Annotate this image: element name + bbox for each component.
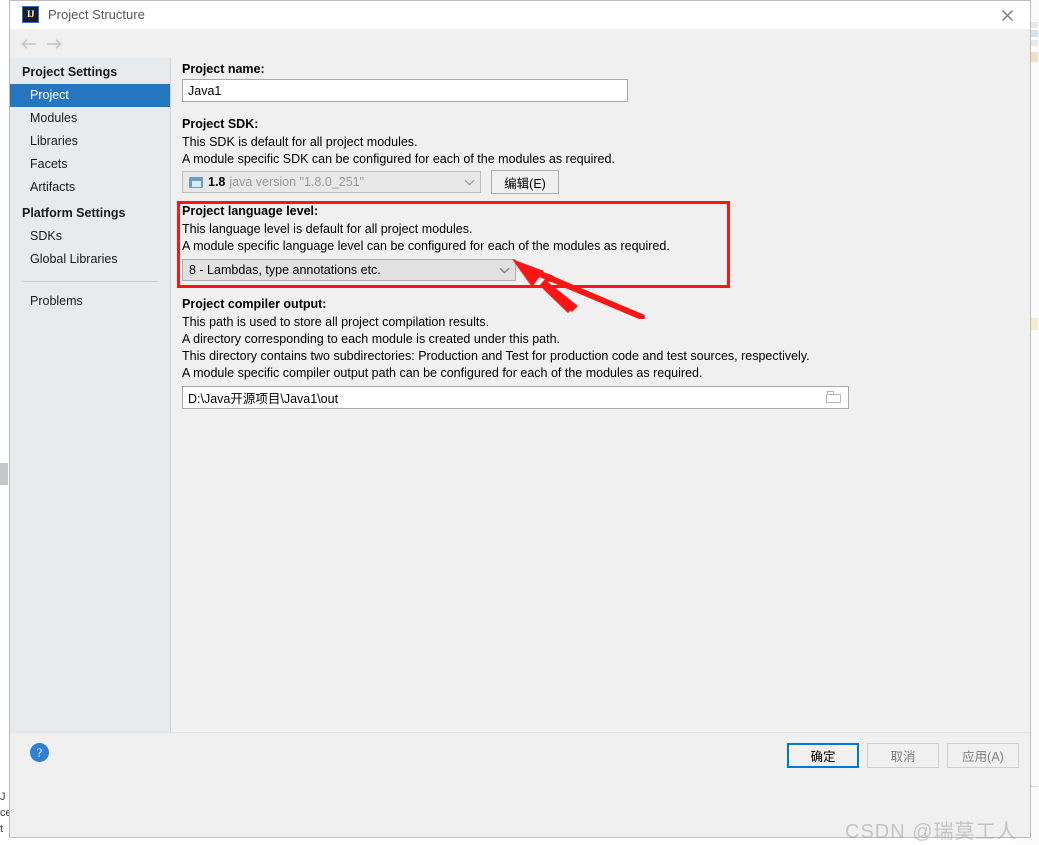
ok-button[interactable]: 确定 [787, 743, 859, 768]
dialog-navbar [10, 29, 1030, 58]
compiler-output-path-input[interactable]: D:\Java开源项目\Java1\out [182, 386, 849, 409]
project-sdk-description: java version "1.8.0_251" [229, 175, 365, 189]
dialog-footer: ? 确定 取消 应用(A) [10, 732, 1030, 800]
language-level-desc-line-1: This language level is default for all p… [182, 222, 473, 236]
window-title: Project Structure [48, 7, 145, 22]
apply-button[interactable]: 应用(A) [947, 743, 1019, 768]
sidebar-item-artifacts[interactable]: Artifacts [10, 176, 170, 199]
project-sdk-desc-line-1: This SDK is default for all project modu… [182, 135, 418, 149]
background-left-scrollbar-thumb[interactable] [0, 463, 8, 485]
sidebar-group-platform-settings: Platform Settings [22, 206, 126, 220]
edit-sdk-button[interactable]: 编辑(E) [491, 170, 559, 194]
chevron-down-icon[interactable] [493, 260, 515, 280]
project-sdk-label: Project SDK: [182, 117, 259, 131]
sidebar-item-modules[interactable]: Modules [10, 107, 170, 130]
compiler-output-desc-line-1: This path is used to store all project c… [182, 315, 490, 329]
project-sdk-version: 1.8 [208, 175, 226, 189]
help-icon[interactable]: ? [30, 743, 49, 762]
browse-folder-icon[interactable] [826, 391, 842, 404]
sidebar-item-global-libraries[interactable]: Global Libraries [10, 248, 170, 271]
navigate-forward-icon[interactable] [43, 34, 65, 54]
compiler-output-desc-line-3: This directory contains two subdirectori… [182, 349, 810, 363]
project-structure-dialog: IJ Project Structure Project Settings Pr… [9, 0, 1031, 838]
language-level-dropdown[interactable]: 8 - Lambdas, type annotations etc. [182, 259, 516, 281]
project-sdk-dropdown[interactable]: 1.8 java version "1.8.0_251" [182, 171, 481, 193]
sidebar-item-libraries[interactable]: Libraries [10, 130, 170, 153]
project-sdk-dropdown-value: 1.8 java version "1.8.0_251" [183, 175, 458, 189]
background-text-fragment-2: ce [0, 807, 9, 819]
sidebar-item-facets[interactable]: Facets [10, 153, 170, 176]
settings-sidebar: Project Settings Project Modules Librari… [10, 58, 171, 800]
sidebar-group-project-settings: Project Settings [22, 65, 118, 79]
project-name-input[interactable]: Java1 [182, 79, 628, 102]
chevron-down-icon[interactable] [458, 172, 480, 192]
dialog-titlebar: IJ Project Structure [10, 1, 1030, 30]
project-name-label: Project name: [182, 62, 265, 76]
sidebar-divider [22, 281, 158, 282]
compiler-output-desc-line-2: A directory corresponding to each module… [182, 332, 560, 346]
intellij-idea-icon: IJ [22, 6, 39, 23]
sidebar-item-sdks[interactable]: SDKs [10, 225, 170, 248]
sidebar-item-project[interactable]: Project [10, 84, 170, 107]
background-text-fragment-3: t [0, 823, 4, 835]
cancel-button[interactable]: 取消 [867, 743, 939, 768]
language-level-label: Project language level: [182, 204, 319, 218]
navigate-back-icon[interactable] [18, 34, 40, 54]
sidebar-item-problems[interactable]: Problems [10, 290, 170, 313]
background-text-fragment-1: J [0, 791, 6, 803]
dialog-body: Project Settings Project Modules Librari… [10, 29, 1030, 800]
settings-main-panel: Project name: Java1 Project SDK: This SD… [171, 58, 1030, 800]
language-level-dropdown-value: 8 - Lambdas, type annotations etc. [189, 263, 381, 277]
sdk-folder-icon [189, 176, 204, 189]
language-level-desc-line-2: A module specific language level can be … [182, 239, 670, 253]
compiler-output-label: Project compiler output: [182, 297, 327, 311]
compiler-output-desc-line-4: A module specific compiler output path c… [182, 366, 703, 380]
close-icon[interactable] [984, 1, 1030, 29]
project-sdk-desc-line-2: A module specific SDK can be configured … [182, 152, 615, 166]
